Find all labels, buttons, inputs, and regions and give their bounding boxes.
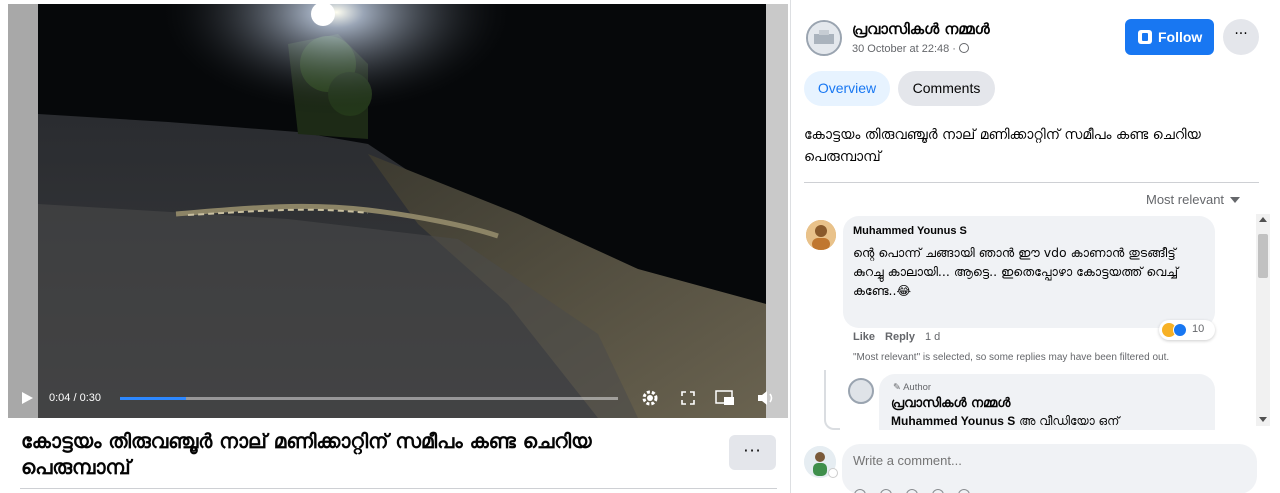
reply-body: അ വീഡിയോ ഒന് <box>1019 414 1120 428</box>
follow-icon <box>1138 30 1152 44</box>
video-progress-bar[interactable] <box>120 397 618 400</box>
reply-avatar[interactable] <box>848 378 874 404</box>
comments-scrollbar[interactable] <box>1256 214 1270 426</box>
comment-text: ന്റെ പൊന്ന് ചങ്ങായി ഞാൻ ഈ vdo കാണാൻ തുടങ… <box>853 245 1179 298</box>
comment-age[interactable]: 1 d <box>925 331 940 343</box>
sort-dropdown[interactable]: Most relevant <box>1146 192 1241 207</box>
reply-mention[interactable]: Muhammed Younus S <box>891 414 1015 428</box>
video-title: കോട്ടയം തിരുവഞ്ചൂർ നാല് മണിക്കാറ്റിന് സമ… <box>21 429 592 479</box>
author-badge: ✎ Author <box>893 382 932 393</box>
scroll-up-arrow-icon[interactable] <box>1259 217 1267 222</box>
gif-icon[interactable] <box>932 489 944 493</box>
like-link[interactable]: Like <box>853 331 875 343</box>
tab-label: Overview <box>817 80 877 96</box>
tab-overview[interactable]: Overview <box>804 71 890 106</box>
video-time: 0:04 / 0:30 <box>49 392 101 404</box>
page-name[interactable]: പ്രവാസികൾ നമ്മൾ <box>852 20 990 38</box>
volume-icon[interactable] <box>756 388 776 408</box>
video-letterbox-right <box>766 4 788 418</box>
video-title-row: കോട്ടയം തിരുവഞ്ചൂർ നാല് മണിക്കാറ്റിന് സമ… <box>8 418 788 493</box>
tab-comments[interactable]: Comments <box>898 71 995 106</box>
reply-thread-line <box>824 370 840 430</box>
fullscreen-icon[interactable] <box>680 390 696 406</box>
sort-label: Most relevant <box>1146 192 1225 207</box>
composer-toolbar <box>854 484 1004 493</box>
camera-icon[interactable] <box>906 489 918 493</box>
reaction-count: 10 <box>1192 323 1205 335</box>
chevron-down-icon <box>1230 197 1241 203</box>
emoji-icon[interactable] <box>880 489 892 493</box>
video-frame <box>38 4 766 418</box>
video-progress-fill <box>120 397 187 400</box>
comment-composer <box>842 444 1257 493</box>
scroll-down-arrow-icon[interactable] <box>1259 417 1267 422</box>
comment-author[interactable]: Muhammed Younus S <box>853 225 967 237</box>
video-more-button[interactable]: ··· <box>729 435 776 470</box>
like-reaction-icon <box>1173 323 1187 337</box>
divider <box>20 488 777 489</box>
comment-bubble: Muhammed Younus S ന്റെ പൊന്ന് ചങ്ങായി ഞാ… <box>843 216 1215 328</box>
more-icon: ··· <box>1234 26 1248 42</box>
comment-actions: Like Reply 1 d <box>853 331 940 343</box>
video-letterbox-left <box>8 4 38 418</box>
avatar-image <box>806 220 836 250</box>
gear-icon[interactable] <box>640 388 660 408</box>
facebook-video-page: 0:04 / 0:30 കോട്ടയം തിരുവഞ്ചൂർ നാല് മണിക… <box>0 0 1280 493</box>
divider <box>804 182 1259 183</box>
reply-text: Muhammed Younus S അ വീഡിയോ ഒന് <box>891 414 1119 429</box>
video-player[interactable]: 0:04 / 0:30 <box>8 4 788 418</box>
avatar-image <box>808 22 840 54</box>
chevron-down-icon[interactable] <box>828 468 838 478</box>
play-icon[interactable] <box>20 391 34 405</box>
tab-label: Comments <box>912 80 981 96</box>
sticker-icon[interactable] <box>958 489 970 493</box>
comment-input[interactable] <box>853 453 1233 468</box>
more-icon: ··· <box>743 441 762 460</box>
post-panel: പ്രവാസികൾ നമ്മൾ 30 October at 22:48 · Fo… <box>790 0 1280 493</box>
reply-link[interactable]: Reply <box>885 331 915 343</box>
reply-bubble: ✎ Author പ്രവാസികൾ നമ്മൾ Muhammed Younus… <box>879 374 1215 430</box>
video-column: 0:04 / 0:30 കോട്ടയം തിരുവഞ്ചൂർ നാല് മണിക… <box>0 0 790 493</box>
picture-in-picture-icon[interactable] <box>715 389 735 407</box>
reaction-summary[interactable]: 10 <box>1159 320 1215 340</box>
post-meta: 30 October at 22:48 · <box>852 43 969 55</box>
reply-author[interactable]: പ്രവാസികൾ നമ്മൾ <box>891 396 1010 411</box>
commenter-avatar[interactable] <box>806 220 836 250</box>
author-badge-label: Author <box>903 382 932 393</box>
post-more-button[interactable]: ··· <box>1223 19 1259 55</box>
scrollbar-thumb[interactable] <box>1258 234 1268 278</box>
comments-list: Muhammed Younus S ന്റെ പൊന്ന് ചങ്ങായി ഞാ… <box>790 210 1280 430</box>
post-caption: കോട്ടയം തിരുവഞ്ചൂർ നാല് മണിക്കാറ്റിന് സമ… <box>804 127 1201 165</box>
follow-label: Follow <box>1158 29 1203 45</box>
video-controls: 0:04 / 0:30 <box>8 378 788 418</box>
avatar-sticker-icon[interactable] <box>854 489 866 493</box>
post-timestamp[interactable]: 30 October at 22:48 · <box>852 43 956 55</box>
filter-note: "Most relevant" is selected, so some rep… <box>853 352 1170 363</box>
page-avatar[interactable] <box>806 20 842 56</box>
globe-icon <box>958 43 969 53</box>
follow-button[interactable]: Follow <box>1125 19 1214 55</box>
